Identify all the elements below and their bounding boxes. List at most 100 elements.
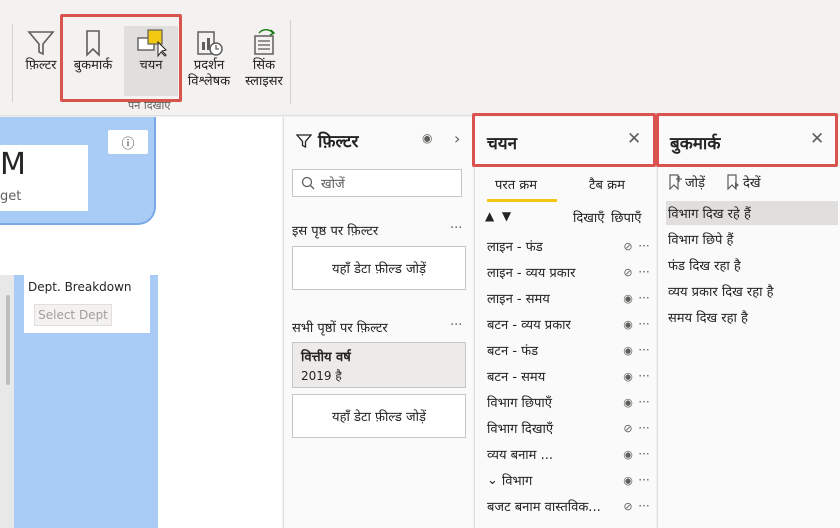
more-options-icon[interactable]: ··· [636, 369, 652, 383]
eye-icon[interactable]: ◉ [620, 448, 636, 461]
sync-slicers-label-line1: सिंक [252, 58, 276, 73]
bookmark-list-item[interactable]: फंड दिख रहा है [666, 253, 838, 277]
more-options-icon[interactable]: ··· [450, 318, 462, 333]
eye-icon[interactable]: ◉ [620, 396, 636, 409]
dept-dropdown[interactable]: Select Dept [34, 304, 112, 326]
scrollbar-thumb[interactable] [6, 295, 10, 385]
kpi-value: M [0, 147, 26, 182]
selection-list-item[interactable]: विभाग छिपाएँ ◉ ··· [487, 389, 652, 415]
selection-pane: चयन ✕ परत क्रम टैब क्रम ▲ ▼ दिखाएँ छिपाए… [472, 113, 656, 528]
more-options-icon[interactable]: ··· [636, 395, 652, 409]
eye-hidden-icon[interactable]: ⊘ [620, 240, 636, 253]
show-all-button[interactable]: दिखाएँ [573, 208, 604, 226]
filter-card-value: 2019 है [301, 369, 342, 383]
sync-slicers-icon [254, 29, 276, 55]
ribbon: फ़िल्टर बुकमार्क चयन प्रदर्शन विश्लेषक स… [0, 0, 840, 116]
info-button[interactable]: ⓘ [108, 130, 148, 154]
ribbon-separator [12, 24, 13, 102]
eye-icon[interactable]: ◉ [620, 292, 636, 305]
selection-list-item[interactable]: लाइन - फंड ⊘ ··· [487, 233, 652, 259]
filter-pane-button-label: फ़िल्टर [25, 58, 57, 73]
selection-item-label: व्यय बनाम ... [487, 448, 553, 463]
tab-layer-order[interactable]: परत क्रम [495, 175, 537, 193]
selection-list-item[interactable]: बटन - समय ◉ ··· [487, 363, 652, 389]
selection-list-item[interactable]: विभाग दिखाएँ ⊘ ··· [487, 415, 652, 441]
more-options-icon[interactable]: ··· [636, 473, 652, 487]
chevron-down-icon[interactable]: ⌄ [487, 473, 498, 488]
selection-item-label: बटन - समय [487, 370, 546, 385]
more-options-icon[interactable]: ··· [636, 239, 652, 253]
performance-analyzer-label-line2: विश्लेषक [187, 74, 231, 89]
arrow-up-icon[interactable]: ▲ [485, 209, 494, 223]
annotation-highlight-selection [472, 113, 656, 167]
filter-pane-header: फ़िल्टर [296, 129, 358, 152]
bookmark-list-item[interactable]: व्यय प्रकार दिख रहा है [666, 279, 838, 303]
selection-list-item[interactable]: बटन - व्यय प्रकार ◉ ··· [487, 311, 652, 337]
eye-hidden-icon[interactable]: ⊘ [620, 422, 636, 435]
eye-icon[interactable]: ◉ [422, 131, 432, 145]
funnel-icon [27, 31, 55, 56]
this-page-filters-heading: इस पृष्ठ पर फ़िल्टर [292, 224, 379, 239]
eye-icon[interactable]: ◉ [620, 474, 636, 487]
info-icon: ⓘ [121, 136, 135, 152]
more-options-icon[interactable]: ··· [636, 499, 652, 513]
add-data-field-drop[interactable]: यहाँ डेटा फ़ील्ड जोड़ें [292, 394, 466, 438]
dept-slicer-title: Dept. Breakdown [28, 280, 132, 294]
search-icon [301, 176, 315, 190]
selection-list-item[interactable]: व्यय बनाम ... ◉ ··· [487, 441, 652, 467]
more-options-icon[interactable]: ··· [636, 447, 652, 461]
report-canvas: M get ⓘ Dept. Breakdown Select Dept [0, 117, 282, 528]
more-options-icon[interactable]: ··· [636, 421, 652, 435]
bookmark-list-item[interactable]: विभाग छिपे हैं [666, 227, 838, 251]
selection-item-label: विभाग दिखाएँ [487, 422, 554, 437]
chevron-right-icon[interactable]: › [454, 129, 460, 148]
filter-pane-button[interactable]: फ़िल्टर [18, 28, 64, 74]
filter-search-input[interactable]: खोजें [292, 169, 462, 197]
active-tab-indicator [487, 199, 557, 202]
bookmark-pane: बुकमार्क ✕ जोड़ें देखें विभाग दिख रहे है… [656, 113, 840, 528]
sync-slicers-button[interactable]: सिंक स्लाइसर [240, 28, 288, 90]
more-options-icon[interactable]: ··· [636, 343, 652, 357]
selection-item-label: लाइन - समय [487, 292, 550, 307]
selection-list-item[interactable]: ⌄ विभाग ◉ ··· [487, 467, 652, 493]
selection-list-item[interactable]: लाइन - व्यय प्रकार ⊘ ··· [487, 259, 652, 285]
performance-analyzer-label-line1: प्रदर्शन [193, 58, 225, 73]
tab-tab-order[interactable]: टैब क्रम [589, 175, 625, 193]
kpi-subtitle: get [0, 189, 22, 204]
more-options-icon[interactable]: ··· [450, 221, 462, 236]
arrow-down-icon[interactable]: ▼ [502, 209, 511, 223]
add-bookmark-button[interactable]: जोड़ें [668, 173, 705, 191]
app-window: फ़िल्टर बुकमार्क चयन प्रदर्शन विश्लेषक स… [0, 0, 840, 528]
eye-icon[interactable]: ◉ [620, 344, 636, 357]
bookmark-list-item[interactable]: समय दिख रहा है [666, 305, 838, 329]
eye-hidden-icon[interactable]: ⊘ [620, 500, 636, 513]
sync-slicers-label-line2: स्लाइसर [245, 74, 283, 89]
filter-pane-title: फ़िल्टर [318, 132, 359, 152]
hide-all-button[interactable]: छिपाएँ [611, 208, 641, 226]
all-pages-filters-heading: सभी पृष्ठों पर फ़िल्टर [292, 321, 388, 336]
eye-icon[interactable]: ◉ [620, 318, 636, 331]
view-bookmark-icon [727, 174, 739, 190]
selection-list-item[interactable]: बजट बनाम वास्तविक... ⊘ ··· [487, 493, 652, 519]
add-bookmark-label: जोड़ें [685, 176, 705, 191]
more-options-icon[interactable]: ··· [636, 265, 652, 279]
more-options-icon[interactable]: ··· [636, 317, 652, 331]
view-bookmark-button[interactable]: देखें [726, 173, 761, 191]
selection-item-label: विभाग छिपाएँ [487, 396, 552, 411]
annotation-highlight-ribbon [60, 14, 182, 102]
add-data-field-drop[interactable]: यहाँ डेटा फ़ील्ड जोड़ें [292, 246, 466, 290]
more-options-icon[interactable]: ··· [636, 291, 652, 305]
filter-pane: फ़िल्टर ◉ › खोजें इस पृष्ठ पर फ़िल्टर ··… [283, 117, 473, 528]
annotation-highlight-bookmark [656, 113, 838, 167]
performance-analyzer-button[interactable]: प्रदर्शन विश्लेषक [184, 28, 234, 90]
eye-icon[interactable]: ◉ [620, 370, 636, 383]
selection-list-item[interactable]: बटन - फंड ◉ ··· [487, 337, 652, 363]
selection-item-label: बजट बनाम वास्तविक... [487, 500, 601, 515]
selection-item-label: बटन - फंड [487, 344, 539, 359]
eye-hidden-icon[interactable]: ⊘ [620, 266, 636, 279]
selection-list-item[interactable]: लाइन - समय ◉ ··· [487, 285, 652, 311]
fiscal-year-filter-card[interactable]: वित्तीय वर्ष 2019 है [292, 342, 466, 388]
bookmark-list-item[interactable]: विभाग दिख रहे हैं [666, 201, 838, 225]
layer-order-arrows: ▲ ▼ [485, 209, 511, 223]
performance-analyzer-icon [197, 31, 223, 56]
